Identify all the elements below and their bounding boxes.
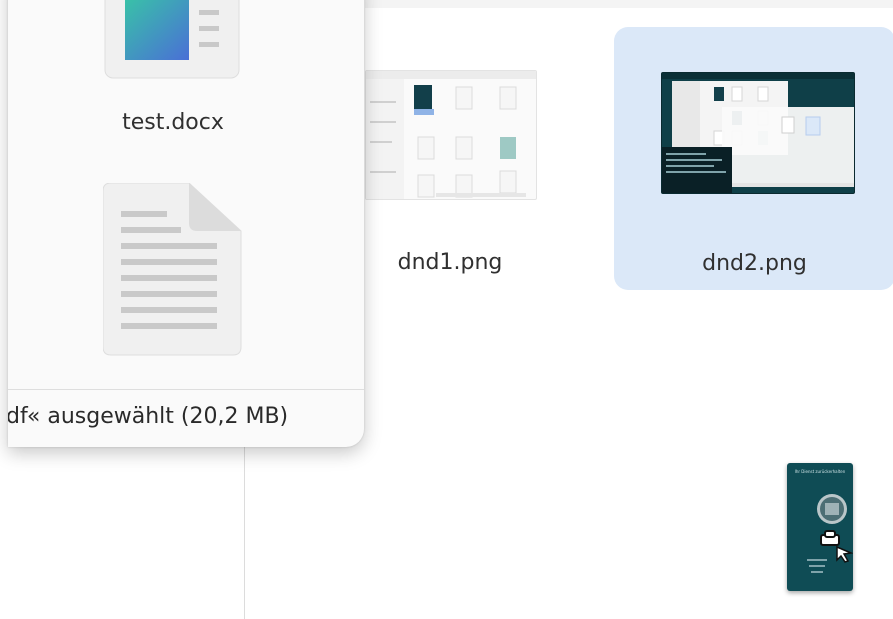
- file-name-test-docx: test.docx: [122, 110, 224, 135]
- dnd1-thumbnail-image: [366, 71, 536, 199]
- status-divider: [8, 389, 364, 390]
- file-chooser-window: test.docx df« ausgewählt (20,2 MB): [8, 0, 364, 447]
- drag-copy-cursor-icon: [820, 530, 853, 563]
- file-item-test-docx[interactable]: test.docx: [88, 0, 258, 145]
- file-name-dnd2: dnd2.png: [702, 251, 807, 276]
- dnd2-thumbnail: [661, 72, 855, 194]
- dnd1-thumbnail: [365, 70, 537, 200]
- document-file-icon: [103, 183, 242, 356]
- drag-preview-image: [807, 494, 847, 573]
- sidebar-edge: [244, 440, 245, 619]
- file-name-dnd1: dnd1.png: [397, 250, 503, 275]
- dnd2-thumbnail-image: [662, 73, 854, 193]
- file-item-document[interactable]: [103, 183, 243, 363]
- selection-status-text: df« ausgewählt (20,2 MB): [8, 404, 289, 429]
- window-top-shade: [365, 0, 893, 8]
- file-item-dnd2[interactable]: dnd2.png: [614, 27, 893, 290]
- file-item-dnd1[interactable]: dnd1.png: [365, 60, 537, 290]
- drag-preview-thumbnail: Ihr Dienst zurückerhalten: [787, 463, 853, 591]
- docx-file-icon: [104, 0, 240, 79]
